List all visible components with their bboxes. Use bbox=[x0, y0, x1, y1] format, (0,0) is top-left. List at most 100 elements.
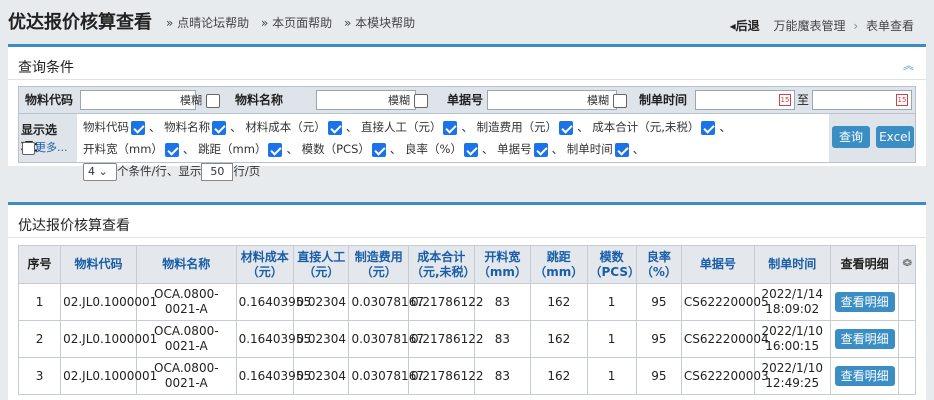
option-material-code-checkbox[interactable] bbox=[131, 120, 145, 135]
cell-spacer bbox=[898, 357, 916, 395]
cell-spacer bbox=[898, 283, 916, 321]
collapse-up-icon[interactable]: ︽ bbox=[903, 57, 914, 73]
excel-button[interactable]: Excel bbox=[876, 126, 914, 148]
option-create-time: 制单时间、 bbox=[566, 142, 645, 157]
cell-overhead: 0.03078167 bbox=[348, 320, 424, 358]
col-header-total-cost[interactable]: 成本合计（元,未税） bbox=[407, 245, 476, 284]
material-code-input[interactable] bbox=[80, 90, 196, 110]
help-link-module[interactable]: » 本模块帮助 bbox=[344, 16, 415, 30]
cell-doc-no: CS622200005 bbox=[680, 283, 769, 321]
create-time-end-input[interactable]: 15 bbox=[812, 90, 912, 110]
cell-detail: 查看明细 bbox=[829, 283, 900, 321]
cell-yield: 95 bbox=[635, 357, 682, 395]
col-header-material-name[interactable]: 物料名称 bbox=[136, 245, 237, 284]
cell-pitch: 162 bbox=[530, 283, 588, 321]
cell-total-cost: 0.21786122 bbox=[407, 320, 483, 358]
option-total-cost: 成本合计（元,未税）、 bbox=[592, 120, 731, 135]
cell-total-cost: 0.21786122 bbox=[407, 357, 483, 395]
cell-spacer bbox=[898, 320, 916, 358]
fuzzy-material-name: 模糊 bbox=[388, 92, 428, 108]
calendar-icon[interactable]: 15 bbox=[896, 94, 908, 106]
chevron-down-icon: ⌄ bbox=[98, 164, 108, 178]
help-link-page[interactable]: » 本页面帮助 bbox=[261, 16, 332, 30]
option-pcs-checkbox[interactable] bbox=[371, 142, 386, 157]
display-options-label: 显示选项： 更多... bbox=[19, 114, 77, 162]
more-options-checkbox[interactable] bbox=[22, 141, 35, 155]
cell-material-code: 02.JL0.1000001 bbox=[60, 320, 157, 358]
cell-create-time: 2022/1/10 12:49:25 bbox=[753, 357, 831, 395]
create-time-start-input[interactable]: 15 bbox=[695, 90, 795, 110]
option-direct-labor-checkbox[interactable] bbox=[443, 120, 458, 135]
option-create-time-checkbox[interactable] bbox=[614, 142, 629, 157]
option-pitch: 跳距（mm）、 bbox=[198, 142, 298, 157]
option-overhead-checkbox[interactable] bbox=[559, 120, 574, 135]
view-detail-button[interactable]: 查看明细 bbox=[834, 292, 895, 312]
cell-pitch: 162 bbox=[530, 357, 588, 395]
cell-overhead: 0.03078167 bbox=[348, 283, 424, 321]
rows-per-page-input[interactable]: 50 bbox=[201, 162, 234, 181]
fuzzy-material-code: 模糊 bbox=[180, 92, 220, 108]
view-detail-button[interactable]: 查看明细 bbox=[834, 366, 895, 386]
col-header-material-cost[interactable]: 材料成本（元） bbox=[235, 245, 295, 284]
calendar-icon[interactable]: 15 bbox=[779, 94, 791, 106]
col-header-pcs[interactable]: 模数（PCS） bbox=[586, 245, 640, 284]
conditions-per-row-select[interactable]: 4 ⌄ bbox=[83, 162, 117, 181]
fuzzy-material-code-checkbox[interactable] bbox=[205, 94, 220, 108]
fuzzy-doc-no: 模糊 bbox=[587, 92, 627, 108]
option-material-name-checkbox[interactable] bbox=[212, 120, 227, 135]
cell-material-code: 02.JL0.1000001 bbox=[60, 283, 157, 321]
back-button[interactable]: ◂后退 bbox=[730, 19, 760, 33]
cell-pcs: 1 bbox=[586, 320, 637, 358]
option-overhead: 制造费用（元）、 bbox=[476, 120, 589, 135]
option-cut-width-checkbox[interactable] bbox=[164, 142, 179, 157]
option-doc-no-checkbox[interactable] bbox=[533, 142, 548, 157]
option-doc-no: 单据号、 bbox=[497, 142, 564, 157]
query-actions: 查询 Excel bbox=[829, 114, 915, 162]
query-row-display-options: 显示选项： 更多... 物料代码、 物料名称、 材料成本（元）、 直接人工（元）… bbox=[19, 114, 915, 181]
results-table: 序号 物料代码 物料名称 材料成本（元） 直接人工（元） 制造费用（元） 成本合… bbox=[17, 245, 916, 395]
option-pitch-checkbox[interactable] bbox=[268, 142, 283, 157]
cell-detail: 查看明细 bbox=[829, 320, 900, 358]
cell-direct-labor: 0.02304 bbox=[293, 357, 350, 395]
query-panel-header: 查询条件 ︽ bbox=[8, 47, 926, 80]
option-material-name: 物料名称、 bbox=[164, 120, 242, 135]
query-row-fields: 物料代码 模糊 物料名称 模糊 单据号 模糊 制单时间 15 至 15 bbox=[19, 87, 915, 114]
results-panel: 优达报价核算查看 序号 物料代码 物料名称 材料成本（元） 直接人工（元） 制造… bbox=[8, 202, 926, 400]
cell-direct-labor: 0.02304 bbox=[293, 283, 350, 321]
results-panel-header: 优达报价核算查看 bbox=[8, 205, 926, 238]
option-total-cost-checkbox[interactable] bbox=[701, 120, 716, 135]
col-header-doc-no[interactable]: 单据号 bbox=[680, 245, 755, 284]
col-header-material-code[interactable]: 物料代码 bbox=[60, 245, 138, 284]
col-header-cut-width[interactable]: 开料宽（mm） bbox=[473, 245, 532, 284]
cell-pcs: 1 bbox=[586, 283, 637, 321]
option-material-cost-checkbox[interactable] bbox=[327, 120, 342, 135]
table-row: 1 02.JL0.1000001 OCA.0800-0021-A 0.16403… bbox=[17, 283, 916, 321]
rows-settings: 4 ⌄ 个条件/行、显示 50 行/页 bbox=[83, 162, 260, 181]
fuzzy-doc-no-checkbox[interactable] bbox=[612, 94, 627, 108]
top-bar: 优达报价核算查看 » 点晴论坛帮助 » 本页面帮助 » 本模块帮助 ◂后退 万能… bbox=[0, 0, 934, 44]
col-header-no[interactable]: 序号 bbox=[17, 245, 62, 284]
option-yield-checkbox[interactable] bbox=[463, 142, 478, 157]
col-header-create-time[interactable]: 制单时间 bbox=[753, 245, 831, 284]
query-button[interactable]: 查询 bbox=[832, 126, 870, 148]
cell-material-cost: 0.16403955 bbox=[235, 283, 311, 321]
table-header-row: 序号 物料代码 物料名称 材料成本（元） 直接人工（元） 制造费用（元） 成本合… bbox=[17, 245, 916, 284]
col-header-direct-labor[interactable]: 直接人工（元） bbox=[293, 245, 350, 284]
query-panel: 查询条件 ︽ 物料代码 模糊 物料名称 模糊 单据号 模糊 制单时间 15 至 … bbox=[8, 44, 926, 181]
col-header-overhead[interactable]: 制造费用（元） bbox=[348, 245, 409, 284]
help-link-forum[interactable]: » 点晴论坛帮助 bbox=[166, 16, 249, 30]
col-header-pitch[interactable]: 跳距（mm） bbox=[530, 245, 588, 284]
help-links: » 点晴论坛帮助 » 本页面帮助 » 本模块帮助 bbox=[166, 14, 423, 31]
cell-yield: 95 bbox=[635, 283, 682, 321]
cell-direct-labor: 0.02304 bbox=[293, 320, 350, 358]
field-label-doc-no: 单据号 bbox=[435, 87, 495, 113]
more-options[interactable]: 更多... bbox=[22, 139, 68, 155]
cell-no: 1 bbox=[17, 283, 62, 321]
fuzzy-material-name-checkbox[interactable] bbox=[413, 94, 428, 108]
breadcrumb-item-magic-table[interactable]: 万能魔表管理 bbox=[774, 19, 846, 33]
breadcrumb-item-form-view[interactable]: 表单查看 bbox=[866, 19, 914, 33]
col-header-yield[interactable]: 良率（%） bbox=[635, 245, 682, 284]
cell-material-cost: 0.16403955 bbox=[235, 320, 311, 358]
view-detail-button[interactable]: 查看明细 bbox=[834, 329, 895, 349]
column-settings[interactable]: ︽ ︾ bbox=[898, 245, 916, 284]
